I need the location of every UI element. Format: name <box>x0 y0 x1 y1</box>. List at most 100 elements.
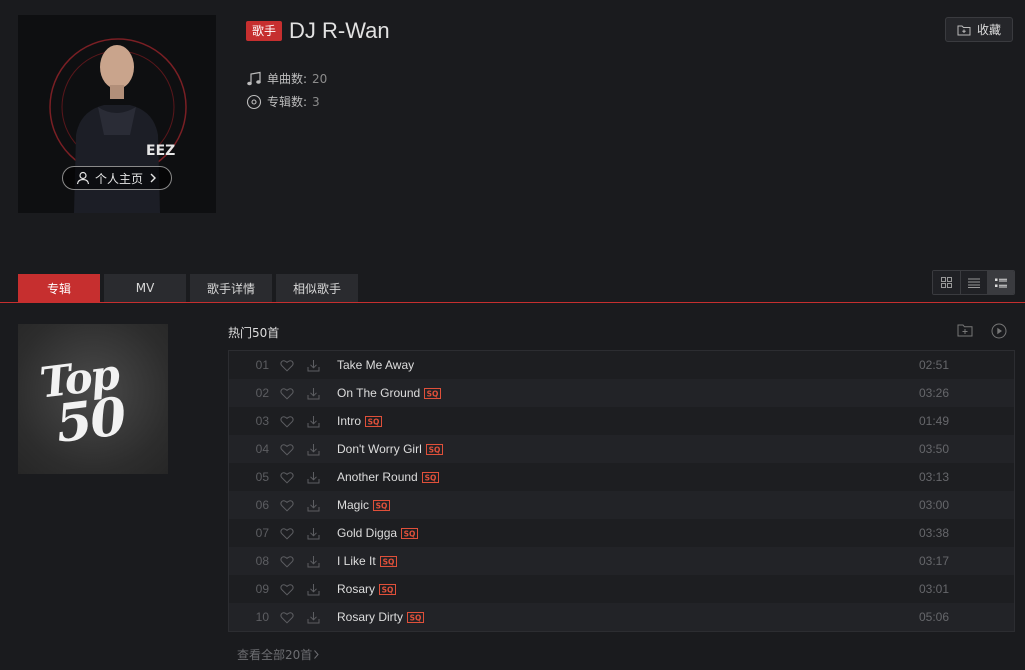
download-icon[interactable] <box>307 415 321 428</box>
track-duration: 02:51 <box>919 358 950 372</box>
heart-icon[interactable] <box>280 527 294 540</box>
track-row[interactable]: 07 Gold Digga SQ 03:38 <box>229 519 1014 547</box>
track-title[interactable]: Rosary Dirty <box>337 610 403 624</box>
album-actions <box>957 323 1007 339</box>
tab-underline <box>0 302 1025 303</box>
track-title[interactable]: I Like It <box>337 554 376 568</box>
track-number: 10 <box>255 610 269 624</box>
track-title[interactable]: Gold Digga <box>337 526 397 540</box>
heart-icon[interactable] <box>280 387 294 400</box>
user-icon <box>76 171 90 185</box>
disc-icon <box>246 94 262 109</box>
track-duration: 03:26 <box>919 386 950 400</box>
svg-text:SQ: SQ <box>376 501 388 510</box>
download-icon[interactable] <box>307 359 321 372</box>
svg-text:EEZ: EEZ <box>146 143 175 159</box>
svg-text:SQ: SQ <box>382 557 394 566</box>
collect-label: 收藏 <box>976 23 1001 37</box>
artist-name: DJ R-Wan <box>289 18 390 43</box>
heart-icon[interactable] <box>280 611 294 624</box>
download-icon[interactable] <box>307 443 321 456</box>
heart-icon[interactable] <box>280 471 294 484</box>
track-number: 09 <box>255 582 269 596</box>
sq-badge-icon: SQ <box>407 611 425 623</box>
track-duration: 03:50 <box>919 442 950 456</box>
grid-view-button[interactable] <box>933 271 960 294</box>
track-title[interactable]: Magic <box>337 498 369 512</box>
track-title[interactable]: Rosary <box>337 582 375 596</box>
track-title[interactable]: Intro <box>337 414 361 428</box>
sq-badge-icon: SQ <box>424 387 442 399</box>
detail-list-view-button[interactable] <box>987 271 1014 294</box>
tab-mv[interactable]: MV <box>104 274 186 302</box>
download-icon[interactable] <box>307 499 321 512</box>
download-icon[interactable] <box>307 555 321 568</box>
track-row[interactable]: 09 Rosary SQ 03:01 <box>229 575 1014 603</box>
download-icon[interactable] <box>307 387 321 400</box>
tab-artist-details[interactable]: 歌手详情 <box>190 274 272 302</box>
download-icon[interactable] <box>307 527 321 540</box>
download-icon[interactable] <box>307 471 321 484</box>
heart-icon[interactable] <box>280 415 294 428</box>
track-duration: 05:06 <box>919 610 950 624</box>
list-view-button[interactable] <box>960 271 987 294</box>
svg-text:SQ: SQ <box>368 417 380 426</box>
song-count-value: 20 <box>312 71 328 86</box>
artist-header: 歌手 DJ R-Wan <box>246 18 390 44</box>
collect-button[interactable]: 收藏 <box>945 17 1013 42</box>
heart-icon[interactable] <box>280 359 294 372</box>
tab-albums[interactable]: 专辑 <box>18 274 100 302</box>
track-row[interactable]: 01 Take Me Away 02:51 <box>229 351 1014 379</box>
album-title: 热门50首 <box>228 326 280 340</box>
svg-text:SQ: SQ <box>424 473 436 482</box>
svg-text:SQ: SQ <box>427 389 439 398</box>
view-all-label: 查看全部20首 <box>237 648 313 662</box>
svg-text:SQ: SQ <box>382 585 394 594</box>
tab-similar-artists[interactable]: 相似歌手 <box>276 274 358 302</box>
heart-icon[interactable] <box>280 583 294 596</box>
chevron-right-icon <box>314 650 319 659</box>
grid-view-icon <box>941 277 952 288</box>
album-count-value: 3 <box>312 94 320 109</box>
track-duration: 01:49 <box>919 414 950 428</box>
sq-badge-icon: SQ <box>401 527 419 539</box>
svg-text:SQ: SQ <box>410 613 422 622</box>
track-duration: 03:01 <box>919 582 950 596</box>
heart-icon[interactable] <box>280 499 294 512</box>
view-all-songs-link[interactable]: 查看全部20首 <box>237 646 320 663</box>
artist-tabs: 专辑 MV 歌手详情 相似歌手 <box>18 274 358 302</box>
track-row[interactable]: 04 Don't Worry Girl SQ 03:50 <box>229 435 1014 463</box>
track-row[interactable]: 06 Magic SQ 03:00 <box>229 491 1014 519</box>
chevron-right-icon <box>150 173 156 183</box>
track-row[interactable]: 05 Another Round SQ 03:13 <box>229 463 1014 491</box>
view-mode-switch <box>932 270 1015 295</box>
track-duration: 03:17 <box>919 554 950 568</box>
track-duration: 03:13 <box>919 470 950 484</box>
track-number: 06 <box>255 498 269 512</box>
sq-badge-icon: SQ <box>379 555 397 567</box>
add-to-playlist-icon[interactable] <box>957 323 973 337</box>
track-list: 01 Take Me Away 02:51 02 On The Ground SQ 03:2… <box>228 350 1015 632</box>
download-icon[interactable] <box>307 611 321 624</box>
song-count-label: 单曲数: <box>267 72 308 86</box>
track-row[interactable]: 10 Rosary Dirty SQ 05:06 <box>229 603 1014 631</box>
detail-list-view-icon <box>995 278 1007 287</box>
track-row[interactable]: 03 Intro SQ 01:49 <box>229 407 1014 435</box>
track-title[interactable]: Another Round <box>337 470 418 484</box>
play-all-icon[interactable] <box>991 323 1007 339</box>
album-count-stat: 专辑数: 3 <box>246 93 320 110</box>
download-icon[interactable] <box>307 583 321 596</box>
track-duration: 03:38 <box>919 526 950 540</box>
track-row[interactable]: 02 On The Ground SQ 03:26 <box>229 379 1014 407</box>
track-title[interactable]: Don't Worry Girl <box>337 442 422 456</box>
track-title[interactable]: On The Ground <box>337 386 420 400</box>
personal-homepage-button[interactable]: 个人主页 <box>62 166 172 190</box>
track-title[interactable]: Take Me Away <box>337 358 414 372</box>
album-cover[interactable]: Top 50 <box>18 324 168 474</box>
sq-badge-icon: SQ <box>425 443 443 455</box>
sq-badge-icon: SQ <box>421 471 439 483</box>
heart-icon[interactable] <box>280 443 294 456</box>
singer-badge: 歌手 <box>246 21 283 41</box>
heart-icon[interactable] <box>280 555 294 568</box>
track-row[interactable]: 08 I Like It SQ 03:17 <box>229 547 1014 575</box>
